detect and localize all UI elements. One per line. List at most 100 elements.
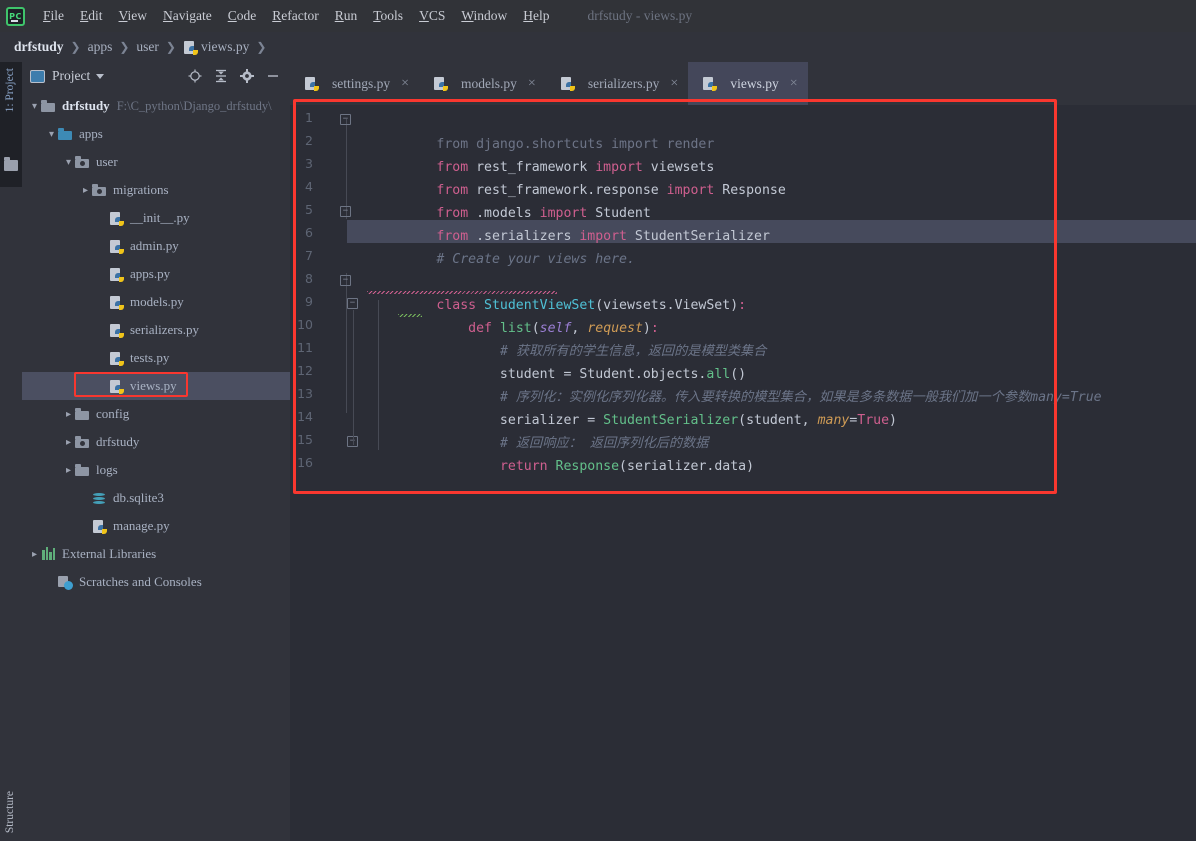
code-line-6: # Create your views here. xyxy=(436,252,635,267)
database-icon xyxy=(92,491,107,506)
tree-node-label: drfstudy xyxy=(96,434,140,449)
close-icon[interactable]: × xyxy=(790,76,798,92)
menu-item-edit[interactable]: Edit xyxy=(72,5,111,27)
tree-node-views-py[interactable]: views.py xyxy=(22,372,290,400)
project-tool-button[interactable]: 1: Project xyxy=(0,62,22,187)
tree-node-init-py[interactable]: __init__.py xyxy=(22,204,290,232)
libraries-icon xyxy=(41,546,56,562)
tree-node-external-libraries[interactable]: ▸ External Libraries xyxy=(22,540,290,568)
hide-panel-icon[interactable] xyxy=(266,69,280,83)
tree-node-apps-py[interactable]: apps.py xyxy=(22,260,290,288)
python-file-icon xyxy=(433,76,449,91)
chevron-down-icon[interactable]: ▾ xyxy=(45,129,58,140)
project-panel-toolbar xyxy=(188,69,284,83)
tree-node-logs[interactable]: ▸ logs xyxy=(22,456,290,484)
tree-node-label: migrations xyxy=(113,182,169,197)
line-number: 3 xyxy=(305,156,313,171)
breadcrumb-separator: ❯ xyxy=(165,39,176,54)
line-number: 7 xyxy=(305,248,313,263)
collapse-all-icon[interactable] xyxy=(214,69,228,83)
code-content[interactable]: from django.shortcuts import render from… xyxy=(347,105,1196,841)
tree-node-migrations[interactable]: ▸ migrations xyxy=(22,176,290,204)
breadcrumb-separator: ❯ xyxy=(119,39,130,54)
close-icon[interactable]: × xyxy=(670,76,678,92)
tree-node-tests-py[interactable]: tests.py xyxy=(22,344,290,372)
folder-icon xyxy=(58,127,73,142)
line-number: 11 xyxy=(297,340,313,355)
chevron-right-icon[interactable]: ▸ xyxy=(62,409,75,420)
tree-node-label: External Libraries xyxy=(62,546,157,561)
structure-tool-button[interactable]: Structure xyxy=(4,791,16,833)
project-window-icon xyxy=(30,69,45,83)
code-line-5: from .serializers import StudentSerializ… xyxy=(436,229,770,244)
editor-tab-models-py[interactable]: models.py × xyxy=(419,62,546,105)
code-line-12: # 序列化：实例化序列化器。传入要转换的模型集合，如果是多条数据一般我们加一个参… xyxy=(357,363,1102,405)
chevron-right-icon[interactable]: ▸ xyxy=(62,437,75,448)
tree-node-admin-py[interactable]: admin.py xyxy=(22,232,290,260)
project-panel-header: Project xyxy=(22,62,290,90)
menu-item-vcs[interactable]: VCS xyxy=(411,5,453,27)
breadcrumb-separator: ❯ xyxy=(256,39,267,54)
menu-item-code[interactable]: Code xyxy=(220,5,265,27)
breadcrumb-item-apps[interactable]: apps xyxy=(88,39,113,55)
menu-item-run[interactable]: Run xyxy=(327,5,366,27)
code-line-9: def list(self, request): xyxy=(357,294,659,336)
tree-node-db-sqlite3[interactable]: db.sqlite3 xyxy=(22,484,290,512)
chevron-right-icon[interactable]: ▸ xyxy=(28,549,41,560)
tree-node-drfstudy[interactable]: ▾ drfstudy F:\C_python\Django_drfstudy\ xyxy=(22,92,290,120)
code-editor[interactable]: 12345678910111213141516 − − − − − from d… xyxy=(290,105,1196,841)
tree-node-serializers-py[interactable]: serializers.py xyxy=(22,316,290,344)
chevron-down-icon[interactable]: ▾ xyxy=(28,101,41,112)
editor-tab-serializers-py[interactable]: serializers.py × xyxy=(546,62,689,105)
line-number: 10 xyxy=(297,317,313,332)
editor-tab-views-py[interactable]: views.py × xyxy=(688,62,808,105)
editor-area: settings.py × models.py × serializers.py × vie… xyxy=(290,62,1196,841)
tree-node-drfstudy[interactable]: ▸ drfstudy xyxy=(22,428,290,456)
python-file-icon xyxy=(560,76,575,91)
code-line-3: from rest_framework.response import Resp… xyxy=(436,183,786,198)
breadcrumb-item-user[interactable]: user xyxy=(136,39,159,55)
tree-node-config[interactable]: ▸ config xyxy=(22,400,290,428)
tree-node-models-py[interactable]: models.py xyxy=(22,288,290,316)
project-tree[interactable]: ▾ drfstudy F:\C_python\Django_drfstudy\ ▾ ap… xyxy=(22,90,290,596)
line-number: 2 xyxy=(305,133,313,148)
scratches-icon xyxy=(58,575,73,590)
tree-node-label: manage.py xyxy=(113,518,170,533)
close-icon[interactable]: × xyxy=(528,76,536,92)
tree-node-label: admin.py xyxy=(130,238,179,253)
close-icon[interactable]: × xyxy=(401,76,409,92)
code-line-13: serializer = StudentSerializer(student, … xyxy=(436,413,897,428)
tree-node-manage-py[interactable]: manage.py xyxy=(22,512,290,540)
menu-item-view[interactable]: View xyxy=(111,5,155,27)
folder-icon xyxy=(75,407,90,422)
chevron-right-icon[interactable]: ▸ xyxy=(62,465,75,476)
menu-item-file[interactable]: File xyxy=(35,5,72,27)
python-file-icon xyxy=(109,379,124,394)
breadcrumb-item-views-py[interactable]: views.py xyxy=(201,39,249,55)
settings-gear-icon[interactable] xyxy=(240,69,254,83)
breadcrumb-item-drfstudy[interactable]: drfstudy xyxy=(14,39,64,55)
tree-node-user[interactable]: ▾ user xyxy=(22,148,290,176)
tree-node-apps[interactable]: ▾ apps xyxy=(22,120,290,148)
python-file-icon xyxy=(702,76,718,91)
folder-icon xyxy=(4,157,18,171)
menu-item-window[interactable]: Window xyxy=(453,5,515,27)
tree-node-path: F:\C_python\Django_drfstudy\ xyxy=(116,98,272,113)
editor-tab-label: settings.py xyxy=(332,75,391,91)
menu-item-refactor[interactable]: Refactor xyxy=(264,5,326,27)
menu-item-help[interactable]: Help xyxy=(515,5,557,27)
editor-tab-settings-py[interactable]: settings.py × xyxy=(290,62,419,105)
editor-tab-bar[interactable]: settings.py × models.py × serializers.py × vie… xyxy=(290,62,1196,105)
chevron-down-icon[interactable] xyxy=(96,73,105,79)
chevron-down-icon[interactable]: ▾ xyxy=(62,157,75,168)
editor-tab-label: models.py xyxy=(461,75,517,91)
editor-gutter[interactable]: 1 2 3 4 5 6 7 8 9 10 11 12 13 14 15 16 xyxy=(290,105,347,841)
tree-node-scratches-and-consoles[interactable]: Scratches and Consoles xyxy=(22,568,290,596)
python-file-icon xyxy=(109,295,124,310)
chevron-right-icon[interactable]: ▸ xyxy=(79,185,92,196)
menu-item-navigate[interactable]: Navigate xyxy=(155,5,220,27)
tree-node-label: __init__.py xyxy=(130,210,190,225)
menu-item-tools[interactable]: Tools xyxy=(365,5,411,27)
code-line-8: class StudentViewSet(viewsets.ViewSet): xyxy=(357,271,746,313)
locate-icon[interactable] xyxy=(188,69,202,83)
